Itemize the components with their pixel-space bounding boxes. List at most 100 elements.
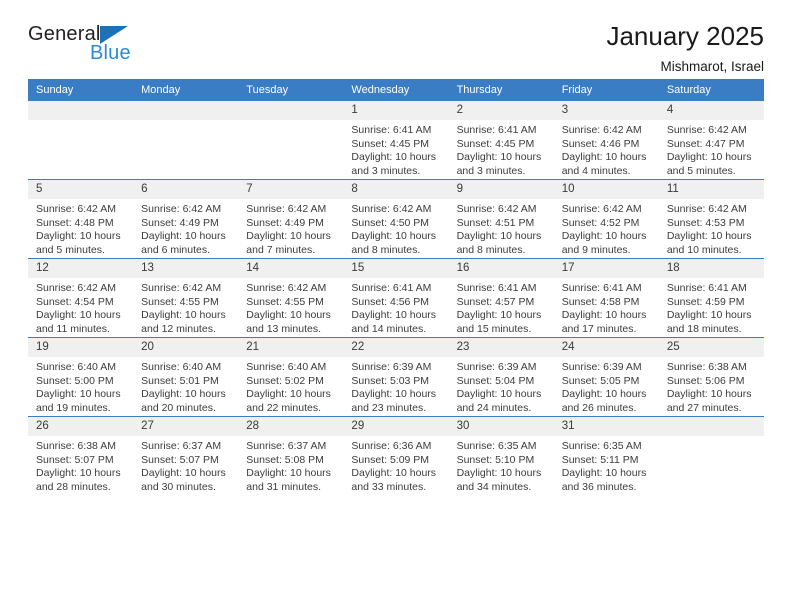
day-number: 22 [343,338,449,357]
calendar-day-cell[interactable]: 28 Sunrise: 6:37 AM Sunset: 5:08 PM Dayligh… [238,416,344,495]
sunrise-time: Sunrise: 6:39 AM [561,361,642,373]
sunset-time: Sunset: 4:50 PM [351,216,430,229]
day-number: 8 [343,180,449,199]
calendar-day-cell[interactable]: 8 Sunrise: 6:42 AM Sunset: 4:50 PM Daylight… [343,179,449,259]
sunrise-time: Sunrise: 6:40 AM [246,361,327,373]
calendar-day-cell[interactable]: 11 Sunrise: 6:42 AM Sunset: 4:53 PM Dayligh… [658,179,764,259]
day-details: Sunrise: 6:42 AM Sunset: 4:50 PM Daylight:… [343,199,448,257]
sunset-time: Sunset: 4:51 PM [456,216,535,229]
sunset-time: Sunset: 4:55 PM [246,295,324,308]
sunrise-time: Sunrise: 6:41 AM [561,282,642,294]
calendar-day-cell[interactable]: 22 Sunrise: 6:39 AM Sunset: 5:03 PM Dayligh… [343,337,449,417]
calendar-day-cell[interactable]: 14 Sunrise: 6:42 AM Sunset: 4:55 PM Dayligh… [238,258,344,338]
calendar-day-cell[interactable]: 6 Sunrise: 6:42 AM Sunset: 4:49 PM Daylight… [133,179,239,259]
sunset-time: Sunset: 5:08 PM [246,453,324,466]
sunrise-sunset-calendar: Sunday Monday Tuesday Wednesday Thursday Frid… [28,79,764,495]
weekday-header-tuesday: Tuesday [238,79,344,101]
sunset-time: Sunset: 4:52 PM [561,216,640,229]
calendar-day-cell[interactable]: 17 Sunrise: 6:41 AM Sunset: 4:58 PM Dayligh… [553,258,659,338]
day-number: 3 [553,101,659,120]
day-details: Sunrise: 6:42 AM Sunset: 4:55 PM Daylight:… [238,278,343,336]
day-details: Sunrise: 6:38 AM Sunset: 5:06 PM Daylight:… [659,357,764,415]
calendar-day-cell[interactable]: 27 Sunrise: 6:37 AM Sunset: 5:07 PM Dayligh… [133,416,239,495]
calendar-day-cell[interactable]: 23 Sunrise: 6:39 AM Sunset: 5:04 PM Dayligh… [448,337,554,417]
day-number: 23 [448,338,554,357]
calendar-day-cell[interactable]: 18 Sunrise: 6:41 AM Sunset: 4:59 PM Dayligh… [658,258,764,338]
day-details: Sunrise: 6:42 AM Sunset: 4:47 PM Daylight:… [659,120,764,178]
page-title: January 2025 [606,21,764,51]
day-number: 19 [28,338,134,357]
daylight-duration: Daylight: 10 hours and 18 minutes. [666,309,752,335]
calendar-day-cell[interactable]: 19 Sunrise: 6:40 AM Sunset: 5:00 PM Dayligh… [28,337,134,417]
day-details: Sunrise: 6:42 AM Sunset: 4:52 PM Daylight:… [554,199,659,257]
day-details: Sunrise: 6:41 AM Sunset: 4:59 PM Daylight:… [659,278,764,336]
daylight-duration: Daylight: 10 hours and 33 minutes. [351,467,437,493]
calendar-day-cell[interactable]: 1 Sunrise: 6:41 AM Sunset: 4:45 PM Daylight… [343,101,449,180]
calendar-day-cell[interactable]: 5 Sunrise: 6:42 AM Sunset: 4:48 PM Daylight… [28,179,134,259]
sunset-time: Sunset: 4:45 PM [351,137,430,150]
day-details: Sunrise: 6:41 AM Sunset: 4:57 PM Daylight:… [449,278,554,336]
calendar-day-cell[interactable]: 7 Sunrise: 6:42 AM Sunset: 4:49 PM Daylight… [238,179,344,259]
day-details: Sunrise: 6:42 AM Sunset: 4:51 PM Daylight:… [449,199,554,257]
sunrise-time: Sunrise: 6:42 AM [246,203,327,215]
sunrise-time: Sunrise: 6:38 AM [666,361,747,373]
daylight-duration: Daylight: 10 hours and 27 minutes. [666,388,752,414]
calendar-day-cell[interactable]: 2 Sunrise: 6:41 AM Sunset: 4:45 PM Daylight… [448,101,554,180]
daylight-duration: Daylight: 10 hours and 20 minutes. [141,388,226,414]
calendar-day-cell[interactable]: 3 Sunrise: 6:42 AM Sunset: 4:46 PM Daylight… [553,101,659,180]
daylight-duration: Daylight: 10 hours and 31 minutes. [246,467,331,493]
calendar-page: General Blue January 2025 Mishmarot, Isr… [0,0,792,612]
calendar-day-cell[interactable]: 10 Sunrise: 6:42 AM Sunset: 4:52 PM Dayligh… [553,179,659,259]
day-number: 18 [658,259,764,278]
day-details: Sunrise: 6:37 AM Sunset: 5:07 PM Daylight:… [133,436,238,494]
calendar-day-cell[interactable]: 15 Sunrise: 6:41 AM Sunset: 4:56 PM Dayligh… [343,258,449,338]
sunrise-time: Sunrise: 6:42 AM [666,203,747,215]
sunset-time: Sunset: 4:45 PM [456,137,535,150]
title-block: January 2025 Mishmarot, Israel [606,21,764,74]
calendar-day-cell[interactable]: 4 Sunrise: 6:42 AM Sunset: 4:47 PM Daylight… [658,101,764,180]
day-number: 10 [553,180,659,199]
calendar-day-cell[interactable]: 26 Sunrise: 6:38 AM Sunset: 5:07 PM Dayligh… [28,416,134,495]
sunset-time: Sunset: 4:59 PM [666,295,745,308]
daylight-duration: Daylight: 10 hours and 3 minutes. [351,151,437,177]
page-header: General Blue January 2025 Mishmarot, Isr… [28,0,764,74]
daylight-duration: Daylight: 10 hours and 22 minutes. [246,388,331,414]
general-blue-logo[interactable]: General Blue [28,22,148,70]
day-number: 11 [658,180,764,199]
calendar-day-cell[interactable]: 24 Sunrise: 6:39 AM Sunset: 5:05 PM Dayligh… [553,337,659,417]
weekday-header-sunday: Sunday [28,79,134,101]
sunrise-time: Sunrise: 6:42 AM [141,282,222,294]
day-number: 24 [553,338,659,357]
sunset-time: Sunset: 4:54 PM [36,295,114,308]
calendar-day-cell[interactable]: 30 Sunrise: 6:35 AM Sunset: 5:10 PM Dayligh… [448,416,554,495]
calendar-day-cell[interactable]: 20 Sunrise: 6:40 AM Sunset: 5:01 PM Dayligh… [133,337,239,417]
sunset-time: Sunset: 5:10 PM [456,453,535,466]
daylight-duration: Daylight: 10 hours and 15 minutes. [456,309,542,335]
calendar-day-cell[interactable]: 16 Sunrise: 6:41 AM Sunset: 4:57 PM Dayligh… [448,258,554,338]
daylight-duration: Daylight: 10 hours and 5 minutes. [36,230,121,256]
sunrise-time: Sunrise: 6:41 AM [456,124,537,136]
sunrise-time: Sunrise: 6:42 AM [36,203,116,215]
calendar-day-cell[interactable]: 13 Sunrise: 6:42 AM Sunset: 4:55 PM Dayligh… [133,258,239,338]
calendar-day-cell[interactable]: 31 Sunrise: 6:35 AM Sunset: 5:11 PM Dayligh… [553,416,659,495]
day-details: Sunrise: 6:39 AM Sunset: 5:04 PM Daylight:… [449,357,554,415]
sunset-time: Sunset: 4:53 PM [666,216,745,229]
calendar-day-cell-empty [658,416,764,495]
calendar-day-cell[interactable]: 21 Sunrise: 6:40 AM Sunset: 5:02 PM Dayligh… [238,337,344,417]
calendar-day-cell[interactable]: 9 Sunrise: 6:42 AM Sunset: 4:51 PM Daylight… [448,179,554,259]
daylight-duration: Daylight: 10 hours and 17 minutes. [561,309,647,335]
day-details: Sunrise: 6:42 AM Sunset: 4:53 PM Daylight:… [659,199,764,257]
daylight-duration: Daylight: 10 hours and 26 minutes. [561,388,647,414]
calendar-day-cell[interactable]: 29 Sunrise: 6:36 AM Sunset: 5:09 PM Dayligh… [343,416,449,495]
calendar-day-cell[interactable]: 25 Sunrise: 6:38 AM Sunset: 5:06 PM Dayligh… [658,337,764,417]
calendar-day-cell[interactable]: 12 Sunrise: 6:42 AM Sunset: 4:54 PM Dayligh… [28,258,134,338]
sunrise-time: Sunrise: 6:42 AM [561,203,642,215]
day-details: Sunrise: 6:40 AM Sunset: 5:01 PM Daylight:… [133,357,238,415]
sunset-time: Sunset: 4:49 PM [246,216,324,229]
daylight-duration: Daylight: 10 hours and 11 minutes. [36,309,121,335]
sunrise-time: Sunrise: 6:41 AM [351,124,432,136]
day-number [658,417,764,436]
sunset-time: Sunset: 5:07 PM [141,453,219,466]
weekday-header-friday: Friday [553,79,659,101]
day-details: Sunrise: 6:35 AM Sunset: 5:11 PM Daylight:… [554,436,659,494]
